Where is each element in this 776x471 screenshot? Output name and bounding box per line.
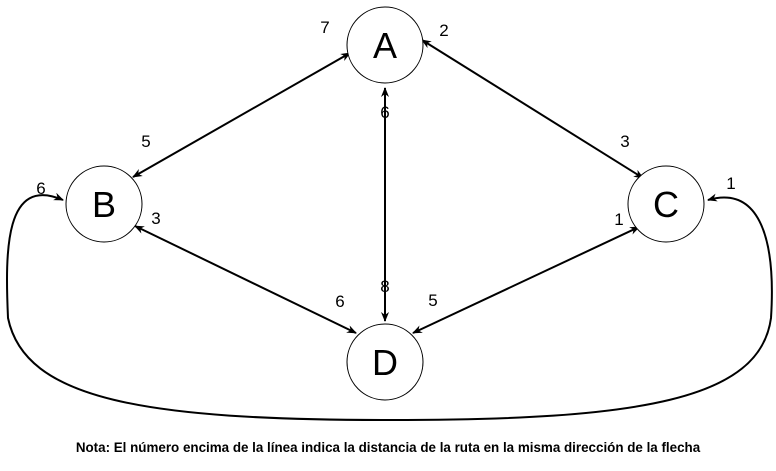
weight-c-d-near-c: 1 xyxy=(614,210,623,229)
node-d: D xyxy=(346,323,424,401)
weight-b-c-near-b: 6 xyxy=(36,179,45,198)
node-a-label: A xyxy=(373,25,397,66)
weight-c-d-near-d: 5 xyxy=(428,291,437,310)
weight-a-b-near-a: 7 xyxy=(320,18,329,37)
node-d-label: D xyxy=(372,342,398,383)
edge-b-d xyxy=(134,225,357,334)
weight-a-b-near-b: 5 xyxy=(141,132,150,151)
weight-a-c-near-a: 2 xyxy=(439,21,448,40)
node-b-label: B xyxy=(92,184,116,225)
weight-b-d-near-b: 3 xyxy=(151,209,160,228)
node-b: B xyxy=(65,165,143,243)
weight-b-c-near-c: 1 xyxy=(726,174,735,193)
node-c-label: C xyxy=(653,184,679,225)
node-a: A xyxy=(346,6,424,84)
footnote: Nota: El número encima de la línea indic… xyxy=(75,440,701,455)
node-c: C xyxy=(627,165,705,243)
weight-a-c-near-c: 3 xyxy=(620,132,629,151)
edge-c-d xyxy=(412,226,640,334)
weight-a-d-near-d: 8 xyxy=(380,277,389,296)
graph-diagram: A B C D 7 5 2 3 6 8 3 6 1 5 6 1 xyxy=(6,6,773,422)
weight-b-d-near-d: 6 xyxy=(335,292,344,311)
weight-a-d-near-a: 6 xyxy=(380,103,389,122)
edge-a-c xyxy=(421,39,644,179)
edge-a-b xyxy=(132,52,351,178)
